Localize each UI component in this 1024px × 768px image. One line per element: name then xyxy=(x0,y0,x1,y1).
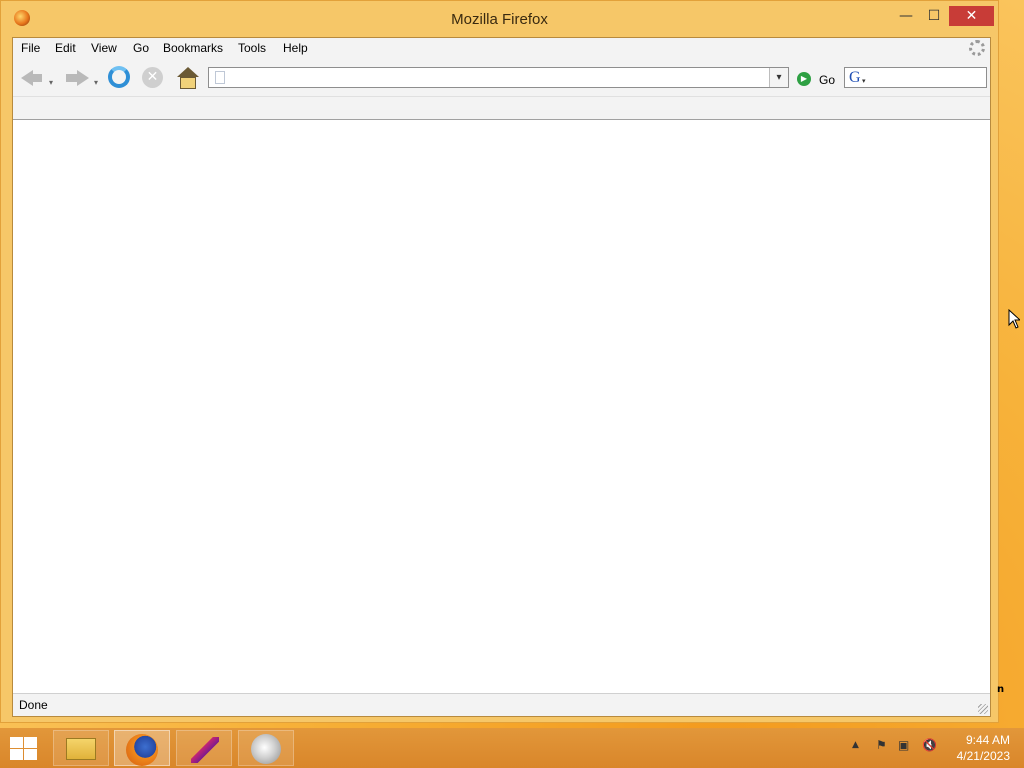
url-input[interactable] xyxy=(231,68,761,87)
desktop: Mozilla Firefox — ☐ ✕ File Edit View Go … xyxy=(0,0,1024,768)
mouse-cursor-icon xyxy=(1008,309,1020,329)
window-title: Mozilla Firefox xyxy=(451,11,548,28)
url-bar[interactable]: ▾ xyxy=(208,67,789,88)
show-hidden-icons-button[interactable]: ▲ xyxy=(852,740,859,750)
taskbar-clock[interactable]: 9:44 AM 4/21/2023 xyxy=(950,732,1010,764)
menu-tools[interactable]: Tools xyxy=(238,41,266,55)
maximize-button[interactable]: ☐ xyxy=(919,6,949,26)
status-text: Done xyxy=(19,698,48,712)
folder-icon xyxy=(66,738,96,760)
start-button[interactable] xyxy=(8,736,38,760)
menu-file[interactable]: File xyxy=(21,41,40,55)
home-button[interactable] xyxy=(177,67,199,89)
forward-arrow-icon xyxy=(77,70,89,86)
back-button[interactable] xyxy=(19,66,45,90)
firefox-icon xyxy=(126,734,158,766)
status-bar: Done xyxy=(13,693,990,716)
search-box[interactable]: G ▾ xyxy=(844,67,987,88)
desktop-text-fragment: n xyxy=(997,684,1005,695)
gray-circle-icon xyxy=(251,734,281,764)
go-arrow-icon[interactable]: ▶ xyxy=(797,72,811,86)
minimize-button[interactable]: — xyxy=(891,6,921,26)
clock-time: 9:44 AM xyxy=(965,733,1010,747)
windows-logo-icon xyxy=(10,737,23,748)
stop-icon[interactable]: ✕ xyxy=(142,67,163,88)
action-center-flag-icon[interactable]: ⚑ xyxy=(876,738,887,752)
volume-muted-icon[interactable]: 🔇 xyxy=(922,738,937,752)
reload-icon[interactable] xyxy=(108,66,130,88)
chevron-down-icon[interactable]: ▾ xyxy=(862,77,866,85)
clock-date: 4/21/2023 xyxy=(956,749,1010,763)
bookmarks-toolbar xyxy=(13,96,990,120)
page-content[interactable] xyxy=(13,121,990,693)
forward-button[interactable] xyxy=(63,66,89,90)
search-input[interactable] xyxy=(871,68,983,87)
navigation-toolbar: ▾ ▾ ✕ ▾ ▶ Go G ▾ xyxy=(13,60,990,96)
menu-go[interactable]: Go xyxy=(133,41,149,55)
network-icon[interactable]: ▣ xyxy=(898,738,909,752)
go-button[interactable]: Go xyxy=(819,73,835,87)
throbber-icon xyxy=(969,40,985,56)
close-button[interactable]: ✕ xyxy=(949,6,994,26)
title-bar[interactable]: Mozilla Firefox — ☐ ✕ xyxy=(1,1,998,37)
taskbar: ▲ ⚑ ▣ 🔇 9:44 AM 4/21/2023 xyxy=(0,728,1024,768)
menu-bookmarks[interactable]: Bookmarks xyxy=(163,41,223,55)
url-history-dropdown[interactable]: ▾ xyxy=(769,68,788,87)
browser-client-area: File Edit View Go Bookmarks Tools Help ▾ xyxy=(12,37,991,717)
taskbar-item-feather-app[interactable] xyxy=(176,730,232,766)
taskbar-item-file-explorer[interactable] xyxy=(53,730,109,766)
forward-history-dropdown[interactable]: ▾ xyxy=(94,78,98,87)
home-icon xyxy=(177,67,199,77)
menu-bar: File Edit View Go Bookmarks Tools Help xyxy=(13,38,990,60)
resize-grip[interactable] xyxy=(978,704,988,714)
menu-edit[interactable]: Edit xyxy=(55,41,76,55)
taskbar-item-gray-app[interactable] xyxy=(238,730,294,766)
back-history-dropdown[interactable]: ▾ xyxy=(49,78,53,87)
menu-help[interactable]: Help xyxy=(283,41,308,55)
firefox-window: Mozilla Firefox — ☐ ✕ File Edit View Go … xyxy=(0,0,999,723)
menu-view[interactable]: View xyxy=(91,41,117,55)
feather-icon xyxy=(191,737,219,763)
taskbar-item-firefox[interactable] xyxy=(114,730,170,766)
page-icon xyxy=(215,71,225,84)
